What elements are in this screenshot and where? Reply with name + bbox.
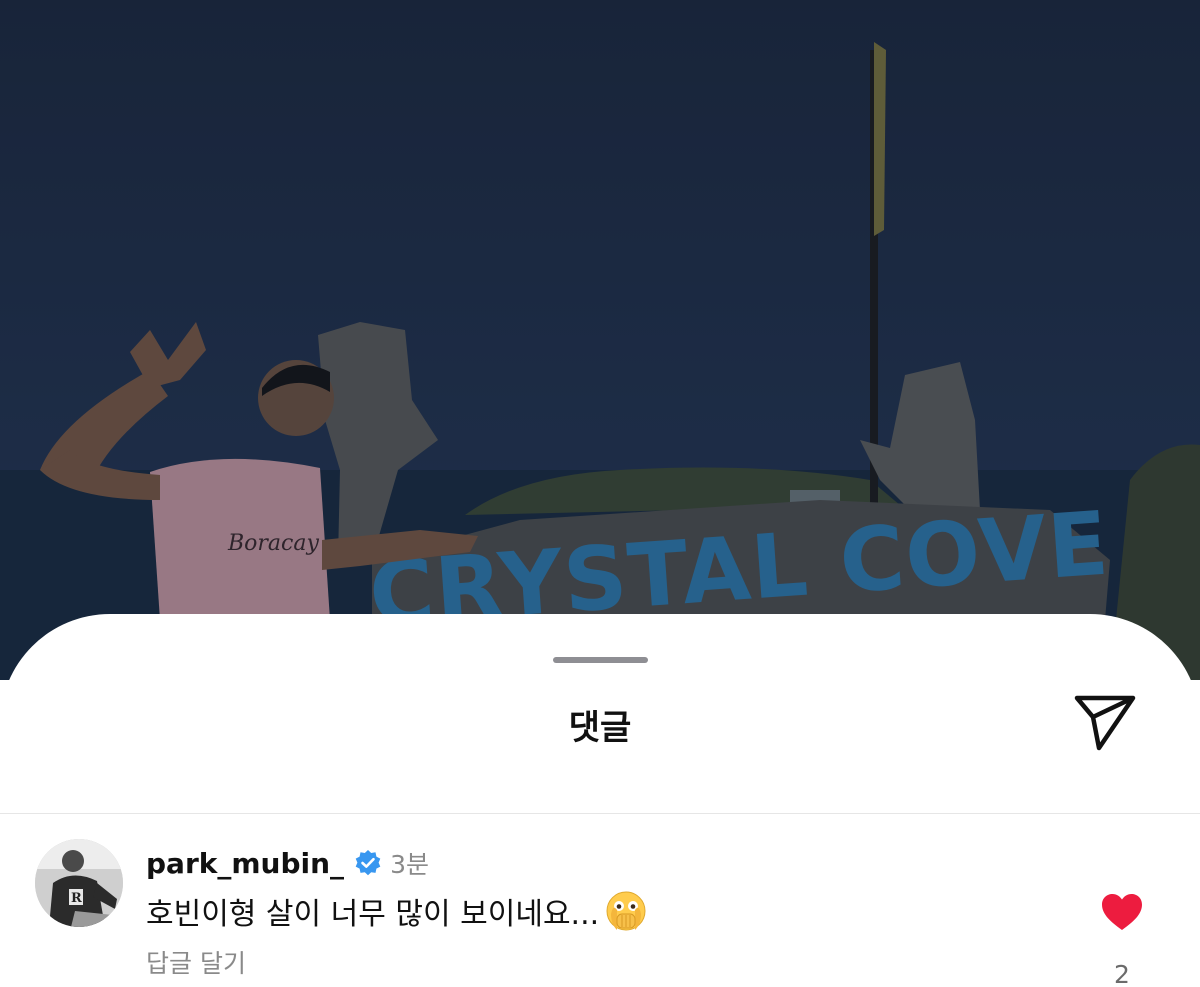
- beach-photo-illustration: CRYSTAL COVE Boracay: [0, 0, 1200, 680]
- share-button[interactable]: [1072, 692, 1138, 754]
- sheet-drag-handle[interactable]: [553, 657, 648, 663]
- sheet-title: 댓글: [568, 708, 632, 748]
- comment-text: 호빈이형 살이 너무 많이 보이네요...: [146, 897, 600, 932]
- post-background-photo: CRYSTAL COVE Boracay: [0, 0, 1200, 680]
- comment-username[interactable]: park_mubin_: [146, 847, 344, 880]
- reply-button[interactable]: 답글 달기: [146, 944, 246, 980]
- comments-sheet: 댓글 R park_mubin_ 3분 호빈이형 살이 너무 많이 보이네요..…: [0, 614, 1200, 987]
- paper-plane-icon: [1074, 695, 1136, 751]
- avatar[interactable]: R: [35, 839, 123, 927]
- comment-body: 호빈이형 살이 너무 많이 보이네요...: [146, 889, 647, 933]
- comment-timestamp: 3분: [390, 850, 429, 879]
- like-button[interactable]: [1100, 892, 1144, 932]
- comment-item: R park_mubin_ 3분 호빈이형 살이 너무 많이 보이네요... 답…: [0, 814, 1200, 987]
- face-peeking-emoji-icon: [605, 890, 647, 932]
- heart-icon: [1102, 894, 1142, 930]
- comment-header: park_mubin_ 3분: [146, 846, 429, 880]
- verified-badge-icon: [354, 849, 382, 877]
- profile-photo: R: [35, 839, 123, 927]
- svg-text:R: R: [71, 891, 82, 906]
- like-count: 2: [1114, 960, 1130, 987]
